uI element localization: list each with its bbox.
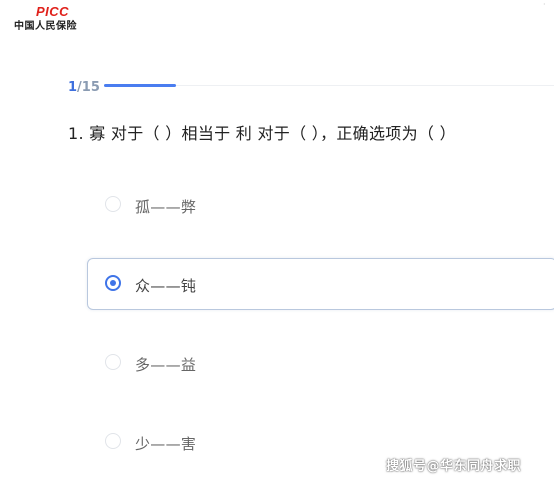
option-a[interactable]: 孤——弊 bbox=[87, 179, 554, 231]
radio-icon[interactable] bbox=[105, 196, 121, 212]
progress-fill bbox=[104, 84, 176, 87]
watermark: 搜狐号@华东同舟求职 bbox=[386, 459, 522, 474]
logo-mark: PICC bbox=[36, 4, 70, 19]
progress-current: 1 bbox=[68, 80, 78, 95]
option-label: 孤——弊 bbox=[135, 198, 197, 216]
picc-logo: PICC 中国人民保险 bbox=[14, 5, 94, 33]
progress-indicator: 1/15 bbox=[68, 79, 554, 97]
option-b[interactable]: 众——钝 bbox=[87, 258, 554, 310]
progress-track bbox=[104, 84, 554, 87]
option-label: 众——钝 bbox=[135, 277, 197, 295]
radio-icon[interactable] bbox=[105, 275, 121, 291]
radio-icon[interactable] bbox=[105, 433, 121, 449]
option-label: 多——益 bbox=[135, 356, 197, 374]
option-label: 少——害 bbox=[135, 435, 197, 453]
question-text: 1. 寡 对于（ ）相当于 利 对于（ ），正确选项为（ ） bbox=[68, 124, 456, 143]
radio-icon[interactable] bbox=[105, 354, 121, 370]
logo-text: 中国人民保险 bbox=[14, 21, 77, 32]
option-c[interactable]: 多——益 bbox=[87, 337, 554, 389]
progress-count: 1/15 bbox=[68, 80, 100, 95]
progress-total: /15 bbox=[77, 80, 100, 95]
edge-mark: · bbox=[543, 0, 546, 9]
